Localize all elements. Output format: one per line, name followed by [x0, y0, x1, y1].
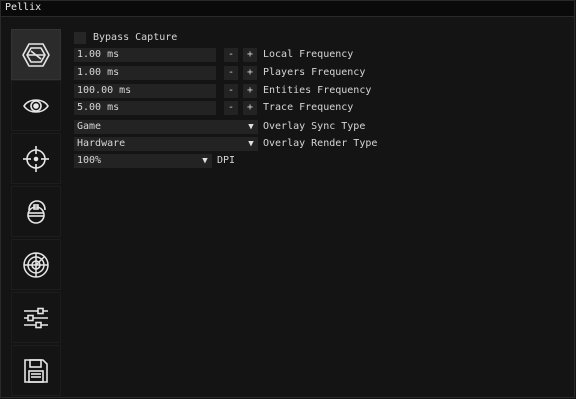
overlay-render-label: Overlay Render Type — [263, 138, 378, 149]
window-title: Pellix — [5, 2, 42, 13]
local-frequency-increment-button[interactable]: + — [243, 48, 257, 62]
tab-settings[interactable] — [11, 292, 61, 343]
crosshair-icon — [23, 145, 49, 172]
tab-config[interactable] — [11, 345, 61, 396]
dpi-value: 100% — [77, 155, 102, 166]
trace-frequency-decrement-button[interactable]: - — [224, 101, 238, 115]
bypass-capture-checkbox[interactable] — [74, 32, 86, 44]
tab-visuals[interactable] — [11, 80, 61, 131]
bypass-capture-row[interactable]: Bypass Capture — [74, 30, 214, 45]
trace-frequency-increment-button[interactable]: + — [243, 101, 257, 115]
overlay-sync-label: Overlay Sync Type — [263, 121, 366, 132]
app-window: Pellix Bypass Capture 1.00 ms - + Local … — [0, 0, 575, 398]
players-frequency-increment-button[interactable]: + — [243, 66, 257, 80]
trace-frequency-input[interactable]: 5.00 ms — [74, 101, 216, 115]
overlay-render-select[interactable]: Hardware — [74, 137, 258, 151]
overlay-render-value: Hardware — [77, 138, 126, 149]
floppy-disk-icon — [24, 358, 48, 383]
players-frequency-label: Players Frequency — [263, 67, 366, 78]
tab-aim[interactable] — [11, 133, 61, 184]
radar-icon — [23, 251, 49, 278]
dpi-label: DPI — [217, 155, 236, 166]
local-frequency-label: Local Frequency — [263, 49, 354, 60]
grenade-icon — [27, 199, 46, 224]
sliders-icon — [24, 307, 48, 328]
players-frequency-decrement-button[interactable]: - — [224, 66, 238, 80]
hexagon-logo-icon — [22, 42, 50, 67]
entities-frequency-input[interactable]: 100.00 ms — [74, 84, 216, 98]
overlay-sync-value: Game — [77, 121, 102, 132]
overlay-render-dropdown-arrow-icon[interactable]: ▼ — [244, 137, 258, 151]
overlay-sync-select[interactable]: Game — [74, 120, 258, 134]
tab-radar[interactable] — [11, 239, 61, 290]
local-frequency-input[interactable]: 1.00 ms — [74, 48, 216, 62]
dpi-select[interactable]: 100% — [74, 154, 212, 168]
tab-grenades[interactable] — [11, 186, 61, 237]
players-frequency-input[interactable]: 1.00 ms — [74, 66, 216, 80]
dpi-dropdown-arrow-icon[interactable]: ▼ — [198, 154, 212, 168]
eye-icon — [23, 98, 49, 113]
tab-main[interactable] — [11, 29, 61, 80]
sidebar — [11, 29, 63, 396]
entities-frequency-label: Entities Frequency — [263, 85, 372, 96]
local-frequency-decrement-button[interactable]: - — [224, 48, 238, 62]
title-bar[interactable]: Pellix — [1, 1, 574, 17]
overlay-sync-dropdown-arrow-icon[interactable]: ▼ — [244, 120, 258, 134]
entities-frequency-increment-button[interactable]: + — [243, 84, 257, 98]
trace-frequency-label: Trace Frequency — [263, 102, 354, 113]
bypass-capture-label: Bypass Capture — [93, 32, 178, 43]
entities-frequency-decrement-button[interactable]: - — [224, 84, 238, 98]
